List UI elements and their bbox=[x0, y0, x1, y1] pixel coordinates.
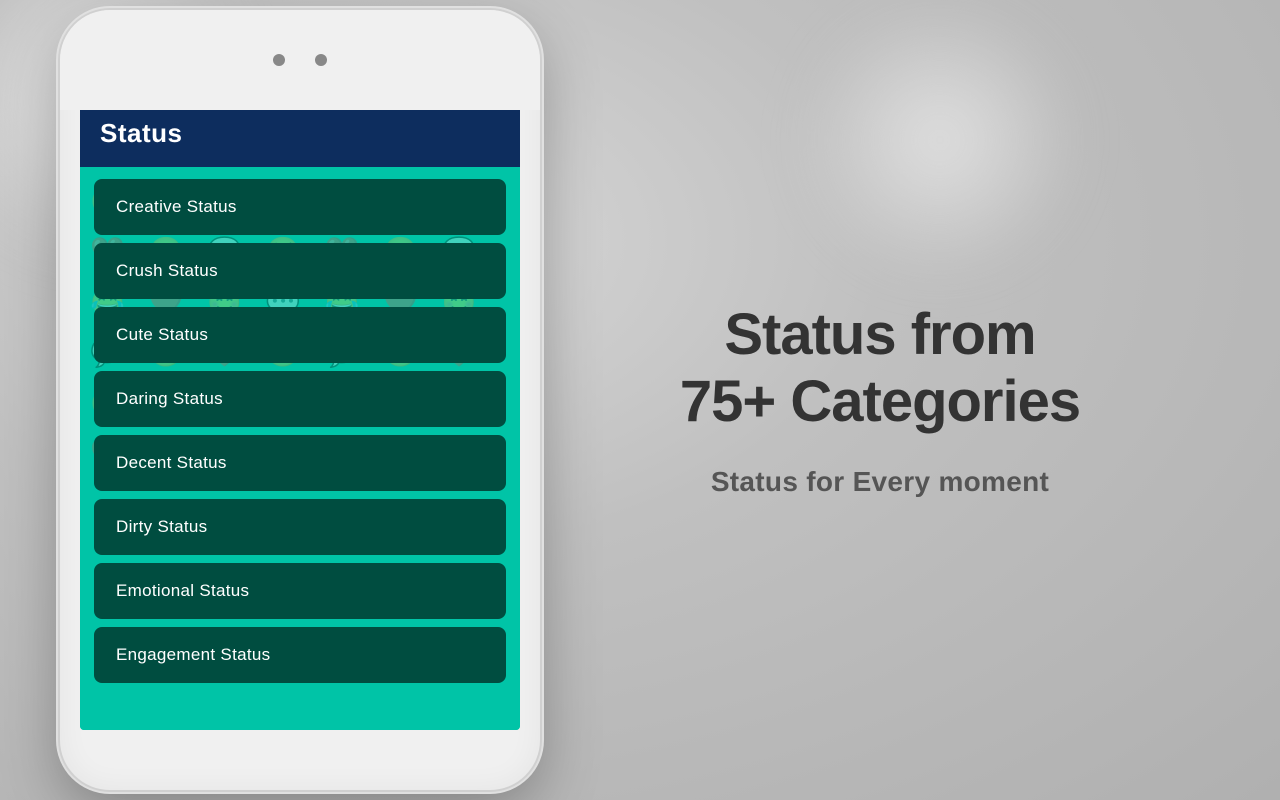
phone-mockup: Status Creative Status Crush Status Cute S… bbox=[60, 10, 540, 790]
menu-item-decent-status[interactable]: Decent Status bbox=[94, 435, 506, 491]
menu-list: Creative Status Crush Status Cute Status Da… bbox=[80, 167, 520, 695]
headline: Status from 75+ Categories bbox=[680, 302, 1080, 435]
app-content: Creative Status Crush Status Cute Status Da… bbox=[80, 167, 520, 730]
phone-screen: Status Creative Status Crush Status Cute S… bbox=[80, 100, 520, 730]
headline-line1: Status from bbox=[724, 302, 1035, 367]
menu-item-dirty-status[interactable]: Dirty Status bbox=[94, 499, 506, 555]
app-header: Status bbox=[80, 100, 520, 167]
subheadline: Status for Every moment bbox=[711, 466, 1049, 498]
menu-item-cute-status[interactable]: Cute Status bbox=[94, 307, 506, 363]
phone-top-bar bbox=[60, 10, 540, 110]
menu-item-crush-status[interactable]: Crush Status bbox=[94, 243, 506, 299]
menu-item-emotional-status[interactable]: Emotional Status bbox=[94, 563, 506, 619]
camera-dot-left bbox=[273, 54, 285, 66]
menu-item-engagement-status[interactable]: Engagement Status bbox=[94, 627, 506, 683]
camera-dot-right bbox=[315, 54, 327, 66]
headline-line2: 75+ Categories bbox=[680, 369, 1080, 434]
right-panel: Status from 75+ Categories Status for Ev… bbox=[480, 262, 1280, 537]
phone-frame: Status Creative Status Crush Status Cute S… bbox=[60, 10, 540, 790]
menu-item-creative-status[interactable]: Creative Status bbox=[94, 179, 506, 235]
menu-item-daring-status[interactable]: Daring Status bbox=[94, 371, 506, 427]
app-title: Status bbox=[100, 118, 182, 148]
